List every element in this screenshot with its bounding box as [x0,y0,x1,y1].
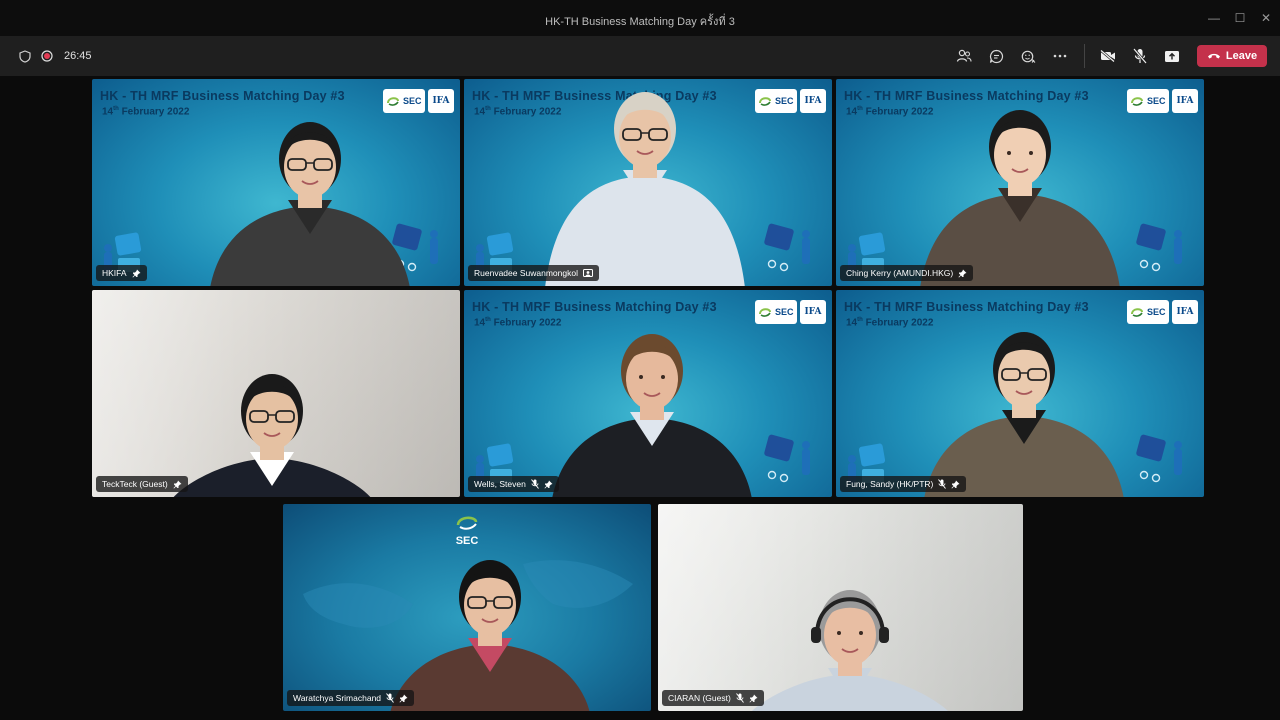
pin-icon[interactable] [958,269,967,278]
mic-off-icon[interactable] [1130,46,1150,66]
participant-name-tag: TeckTeck (Guest) [96,476,188,492]
ifa-logo: IFA [1172,300,1198,324]
ifa-logo: IFA [800,300,826,324]
banner-title: HK - TH MRF Business Matching Day #3 [100,89,345,103]
video-tile-ruenvadee-suwanmongkol[interactable]: HK - TH MRF Business Matching Day #3 14th… [464,79,832,286]
window-title: HK-TH Business Matching Day ครั้งที่ 3 [545,16,735,28]
participant-video [752,590,948,711]
banner-logos: SEC IFA [755,89,826,113]
participant-name-tag: HKIFA [96,265,147,281]
participant-name: CIARAN (Guest) [668,693,731,703]
sec-logo: SEC [755,300,797,324]
banner-date: 14th February 2022 [102,106,190,118]
shield-icon[interactable] [15,46,35,66]
sec-logo: SEC [755,89,797,113]
share-icon[interactable] [1162,46,1182,66]
banner-logos: SEC IFA [1127,89,1198,113]
participant-name: Ruenvadee Suwanmongkol [474,268,578,278]
video-tile-waratchya-srimachand[interactable]: SEC Waratchya Srimachand [283,504,651,711]
participants-icon[interactable] [954,46,974,66]
participant-video [924,332,1124,497]
pin-icon[interactable] [544,480,553,489]
recording-icon [37,46,57,66]
video-tile-ching-kerry-amundi-hkg[interactable]: HK - TH MRF Business Matching Day #3 14th… [836,79,1204,286]
camera-off-icon[interactable] [1098,46,1118,66]
mic-muted-icon [386,693,394,703]
participant-name: Wells, Steven [474,479,526,489]
screen-share-icon [582,268,593,277]
ifa-logo: IFA [428,89,454,113]
minimize-button[interactable]: — [1206,10,1222,26]
participant-name-tag: Fung, Sandy (HK/PTR) [840,476,967,492]
ifa-logo: IFA [800,89,826,113]
participant-name: Ching Kerry (AMUNDI.HKG) [846,268,954,278]
participant-video [173,374,371,497]
banner-date: 14th February 2022 [846,317,934,329]
puzzle-decoration-right [764,223,810,272]
participant-video [552,334,752,497]
leave-button[interactable]: Leave [1197,45,1267,67]
meeting-toolbar: 26:45 [0,36,1280,76]
video-tile-wells-steven[interactable]: HK - TH MRF Business Matching Day #3 14th… [464,290,832,497]
video-tile-teckteck-guest[interactable]: TeckTeck (Guest) [92,290,460,497]
pin-icon[interactable] [951,480,960,489]
phone-hangup-icon [1207,53,1220,59]
title-bar: HK-TH Business Matching Day ครั้งที่ 3 —… [0,0,1280,36]
meeting-timer: 26:45 [64,50,92,62]
participant-name-tag: CIARAN (Guest) [662,690,764,706]
puzzle-decoration-right [1136,223,1182,272]
banner-date: 14th February 2022 [474,317,562,329]
video-tile-hkifa[interactable]: HK - TH MRF Business Matching Day #3 14th… [92,79,460,286]
banner-logos: SEC IFA [383,89,454,113]
participant-video [545,92,745,286]
banner-title: HK - TH MRF Business Matching Day #3 [472,300,717,314]
participant-name: Waratchya Srimachand [293,693,382,703]
toolbar-separator [1084,44,1085,68]
participant-name-tag: Wells, Steven [468,476,559,492]
close-button[interactable]: ✕ [1258,10,1274,26]
reactions-icon[interactable] [1018,46,1038,66]
puzzle-decoration-right [1136,434,1182,483]
banner-title: HK - TH MRF Business Matching Day #3 [844,300,1089,314]
sec-logo: SEC [1127,300,1169,324]
pin-icon[interactable] [173,480,182,489]
banner-logos: SEC IFA [1127,300,1198,324]
maximize-button[interactable]: ☐ [1232,10,1248,26]
participant-name-tag: Ching Kerry (AMUNDI.HKG) [840,265,974,281]
sec-logo: SEC [383,89,425,113]
participant-name: HKIFA [102,268,127,278]
pin-icon[interactable] [749,694,758,703]
puzzle-decoration-right [764,434,810,483]
participant-name-tag: Ruenvadee Suwanmongkol [468,265,599,281]
mic-muted-icon [530,479,539,489]
ifa-logo: IFA [1172,89,1198,113]
chat-icon[interactable] [986,46,1006,66]
video-tile-fung-sandy-hk-ptr[interactable]: HK - TH MRF Business Matching Day #3 14th… [836,290,1204,497]
mic-muted-icon [938,479,947,489]
more-icon[interactable] [1050,46,1070,66]
video-tile-ciaran-guest[interactable]: CIARAN (Guest) [658,504,1023,711]
participant-video [210,122,410,286]
participant-video [390,560,590,711]
banner-title: HK - TH MRF Business Matching Day #3 [844,89,1089,103]
participant-name: Fung, Sandy (HK/PTR) [846,479,934,489]
banner-logos: SEC IFA [755,300,826,324]
sec-logo: SEC [1127,89,1169,113]
pin-icon[interactable] [399,694,408,703]
participant-name: TeckTeck (Guest) [102,479,168,489]
mic-muted-icon [735,693,744,703]
pin-icon[interactable] [132,269,141,278]
leave-label: Leave [1225,50,1258,62]
participant-video [920,110,1120,286]
participant-name-tag: Waratchya Srimachand [287,690,415,706]
